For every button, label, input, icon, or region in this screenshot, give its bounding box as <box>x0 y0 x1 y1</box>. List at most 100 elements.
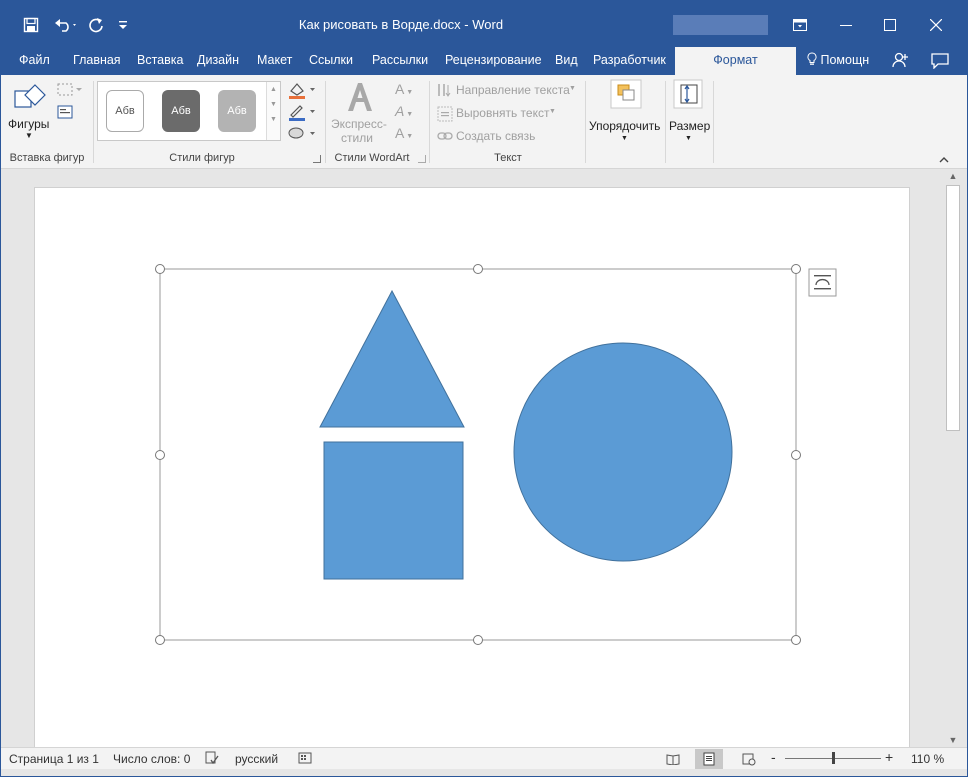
shape-effects-icon[interactable] <box>287 125 317 144</box>
text-box-icon[interactable] <box>57 105 73 122</box>
ribbon-display-icon[interactable] <box>777 11 823 39</box>
text-group-label: Текст <box>494 152 522 164</box>
resize-handle-top-right[interactable] <box>791 264 801 274</box>
lightbulb-icon <box>807 52 820 67</box>
size-button[interactable]: Размер ▼ <box>667 79 711 149</box>
shape-outline-icon[interactable] <box>287 103 317 124</box>
arrange-label: Упорядочить <box>589 119 661 133</box>
scroll-down-icon[interactable]: ▼ <box>945 733 961 747</box>
create-link-label: Создать связь <box>456 129 536 143</box>
resize-handle-bottom-left[interactable] <box>155 635 165 645</box>
tab-format[interactable]: Формат <box>675 47 796 75</box>
scroll-down-icon[interactable]: ▼ <box>267 101 280 108</box>
page-count[interactable]: Страница 1 из 1 <box>9 752 99 766</box>
text-effects-icon[interactable]: A ▼ <box>395 125 413 141</box>
close-icon[interactable] <box>913 11 959 39</box>
size-icon <box>673 79 703 112</box>
language[interactable]: русский <box>235 752 278 766</box>
tab-developer[interactable]: Разработчик <box>591 47 668 75</box>
align-text-label: Выровнять текст <box>456 106 550 120</box>
resize-handle-right[interactable] <box>791 450 801 460</box>
arrange-button[interactable]: Упорядочить ▼ <box>589 79 663 149</box>
group-separator <box>325 81 326 163</box>
style-thumb-light[interactable]: Абв <box>218 90 256 132</box>
resize-handle-bottom[interactable] <box>473 635 483 645</box>
circle-shape[interactable] <box>513 342 733 562</box>
chevron-down-icon: ▼ <box>621 135 628 142</box>
rectangle-shape[interactable] <box>323 441 464 580</box>
minimize-icon[interactable] <box>823 11 869 39</box>
link-icon <box>437 130 453 145</box>
shapes-button[interactable]: Фигуры ▼ <box>5 79 53 147</box>
resize-handle-top[interactable] <box>473 264 483 274</box>
web-layout-icon[interactable] <box>735 749 763 769</box>
create-link-button[interactable]: Создать связь <box>437 128 547 146</box>
shapes-icon <box>13 83 47 116</box>
tab-file[interactable]: Файл <box>17 47 52 75</box>
scroll-thumb[interactable] <box>946 185 960 431</box>
tab-review[interactable]: Рецензирование <box>443 47 544 75</box>
scroll-up-icon[interactable]: ▲ <box>267 86 280 93</box>
help-label: Помощн <box>820 53 870 67</box>
document-page[interactable] <box>34 187 910 767</box>
tab-layout[interactable]: Макет <box>255 47 294 75</box>
wordart-launcher-icon[interactable] <box>418 155 426 163</box>
chevron-down-icon: ▼ <box>685 135 692 142</box>
style-thumb-outline[interactable]: Абв <box>106 90 144 132</box>
account-area[interactable] <box>673 15 768 35</box>
status-bar: Страница 1 из 1 Число слов: 0 русский - … <box>1 747 967 769</box>
shape-styles-gallery[interactable]: Абв Абв Абв ▲ ▼ ▼ <box>97 81 281 141</box>
group-separator <box>585 81 586 163</box>
express-styles-label: Экспресс- <box>331 117 387 131</box>
tab-view[interactable]: Вид <box>553 47 580 75</box>
tab-design[interactable]: Дизайн <box>195 47 241 75</box>
gallery-more-icon[interactable]: ▼ <box>267 116 280 123</box>
resize-handle-bottom-right[interactable] <box>791 635 801 645</box>
arrange-icon <box>610 79 642 112</box>
zoom-level[interactable]: 110 % <box>911 752 944 766</box>
text-direction-button[interactable]: Направление текста ▼ <box>437 82 583 100</box>
read-mode-icon[interactable] <box>659 749 687 769</box>
proofing-icon[interactable] <box>205 751 219 768</box>
express-styles-label-2: стили <box>341 131 373 145</box>
shape-styles-launcher-icon[interactable] <box>313 155 321 163</box>
group-separator <box>713 81 714 163</box>
resize-handle-left[interactable] <box>155 450 165 460</box>
zoom-in-button[interactable]: + <box>885 749 893 765</box>
tab-insert[interactable]: Вставка <box>135 47 185 75</box>
align-text-button[interactable]: Выровнять текст ▼ <box>437 105 563 123</box>
wordart-icon <box>345 81 375 116</box>
edit-shape-icon[interactable] <box>57 83 83 100</box>
zoom-out-button[interactable]: - <box>771 749 776 765</box>
layout-options-icon[interactable] <box>808 268 837 297</box>
text-outline-icon[interactable]: A ▼ <box>395 103 413 119</box>
collapse-ribbon-icon[interactable] <box>939 153 949 167</box>
shape-fill-icon[interactable] <box>287 81 317 102</box>
word-count[interactable]: Число слов: 0 <box>113 752 190 766</box>
print-layout-icon[interactable] <box>695 749 723 769</box>
express-styles-button[interactable]: Экспресс- стили <box>329 79 389 151</box>
text-direction-icon <box>437 83 453 102</box>
document-area <box>1 169 945 767</box>
ribbon-tabs: Файл Главная Вставка Дизайн Макет Ссылки… <box>1 47 967 75</box>
macro-record-icon[interactable] <box>298 751 312 768</box>
scroll-up-icon[interactable]: ▲ <box>945 169 961 183</box>
tab-references[interactable]: Ссылки <box>307 47 355 75</box>
gallery-scroll[interactable]: ▲ ▼ ▼ <box>266 82 280 140</box>
triangle-shape[interactable] <box>319 289 465 428</box>
vertical-scrollbar[interactable]: ▲ ▼ <box>945 169 961 747</box>
tab-mailings[interactable]: Рассылки <box>370 47 430 75</box>
title-bar: Как рисовать в Ворде.docx - Word <box>1 1 967 47</box>
zoom-slider-thumb[interactable] <box>832 752 835 764</box>
maximize-icon[interactable] <box>867 11 913 39</box>
style-thumb-dark[interactable]: Абв <box>162 90 200 132</box>
group-separator <box>665 81 666 163</box>
group-separator <box>429 81 430 163</box>
ribbon: Фигуры ▼ Вставка фигур Абв Абв Абв ▲ ▼ ▼ <box>1 75 967 169</box>
tell-me[interactable]: Помощн <box>807 47 869 75</box>
tab-home[interactable]: Главная <box>71 47 123 75</box>
shape-styles-group-label: Стили фигур <box>169 152 235 164</box>
drawing-canvas <box>155 264 837 645</box>
resize-handle-top-left[interactable] <box>155 264 165 274</box>
text-fill-icon[interactable]: A ▼ <box>395 81 413 97</box>
